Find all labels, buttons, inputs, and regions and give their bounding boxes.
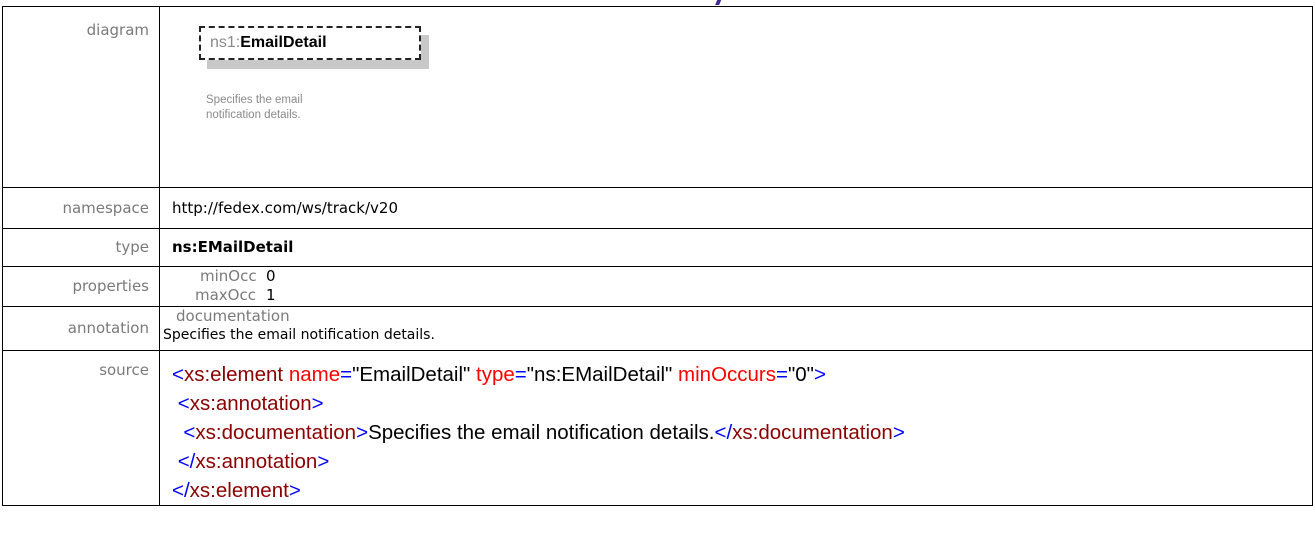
type-link[interactable]: ns:EMailDetail xyxy=(172,238,293,256)
documentation-key: documentation xyxy=(176,307,290,325)
namespace-row: namespace http://fedex.com/ws/track/v20 xyxy=(2,187,1313,229)
max-occurs-value: 1 xyxy=(266,286,276,304)
properties-label-text: properties xyxy=(72,277,149,295)
min-occurs-label: minOcc xyxy=(200,267,257,285)
element-doc-table: diagram ns1:EmailDetail Specifies the em… xyxy=(2,6,1313,506)
namespace-label: namespace xyxy=(2,187,160,229)
decorative-mark xyxy=(703,0,725,5)
type-row: type ns:EMailDetail xyxy=(2,228,1313,267)
diagram-label: diagram xyxy=(2,6,160,188)
annotation-row: annotation documentation Specifies the e… xyxy=(2,306,1313,351)
source-cell: <xs:element name="EmailDetail" type="ns:… xyxy=(159,350,1313,506)
source-line: <xs:element name="EmailDetail" type="ns:… xyxy=(172,363,826,386)
properties-label: properties xyxy=(2,266,160,307)
properties-row: properties minOcc 0 maxOcc 1 xyxy=(2,266,1313,307)
diagram-cell: ns1:EmailDetail Specifies the email noti… xyxy=(159,6,1313,188)
source-line: <xs:documentation>Specifies the email no… xyxy=(183,421,905,444)
source-line: </xs:annotation> xyxy=(177,450,330,473)
type-cell: ns:EMailDetail xyxy=(159,228,1313,267)
namespace-value: http://fedex.com/ws/track/v20 xyxy=(159,187,1313,229)
documentation-value: Specifies the email notification details… xyxy=(163,327,435,343)
source-row: source <xs:element name="EmailDetail" ty… xyxy=(2,350,1313,506)
source-code: <xs:element name="EmailDetail" type="ns:… xyxy=(172,351,1312,505)
diagram-row: diagram ns1:EmailDetail Specifies the em… xyxy=(2,6,1313,188)
annotation-cell: documentation Specifies the email notifi… xyxy=(159,306,1313,351)
annotation-label-text: annotation xyxy=(67,319,149,337)
source-line: </xs:element> xyxy=(172,479,301,502)
type-label: type xyxy=(2,228,160,267)
element-node-description: Specifies the email notification details… xyxy=(206,94,303,121)
source-line: <xs:annotation> xyxy=(177,392,324,415)
element-node-name: EmailDetail xyxy=(240,34,327,51)
element-node[interactable]: ns1:EmailDetail xyxy=(199,26,421,60)
max-occurs-label: maxOcc xyxy=(195,286,256,304)
min-occurs-value: 0 xyxy=(266,267,276,285)
properties-cell: minOcc 0 maxOcc 1 xyxy=(159,266,1313,307)
annotation-label: annotation xyxy=(2,306,160,351)
element-node-prefix: ns1: xyxy=(210,34,241,51)
source-label: source xyxy=(2,350,160,506)
